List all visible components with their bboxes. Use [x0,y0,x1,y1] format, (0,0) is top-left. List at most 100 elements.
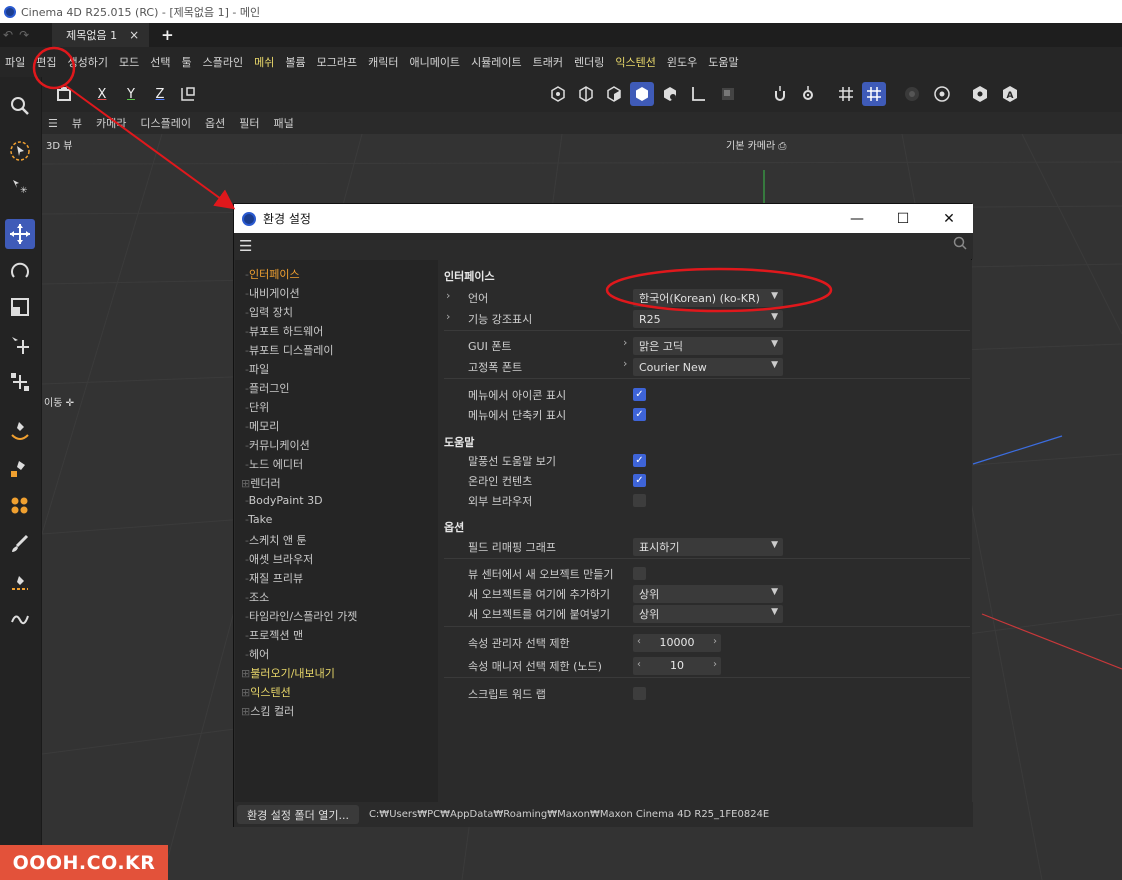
polygons-mode-icon[interactable] [602,82,626,106]
nav-item-material-preview[interactable]: -재질 프리뷰 [245,570,303,586]
edges-mode-icon[interactable] [574,82,598,106]
external-browser-checkbox[interactable] [633,494,646,507]
nav-item-extensions[interactable]: ⊞익스텐션 [241,684,291,700]
nav-item-input-devices[interactable]: -입력 장치 [245,304,293,320]
document-tab[interactable]: 제목없음 1 × [52,23,150,47]
world-space-icon[interactable] [176,82,200,106]
menu-volume[interactable]: 볼륨 [285,54,305,70]
close-icon[interactable]: ✕ [926,204,972,233]
monospace-font-dropdown[interactable]: Courier New ▼ [633,358,783,376]
viewport-menu-view[interactable]: 뷰 [72,115,82,131]
undo-icon[interactable]: ↶ [3,28,13,42]
minimize-icon[interactable]: — [834,204,880,233]
chevron-right-icon[interactable]: › [446,310,450,323]
chevron-right-icon[interactable]: › [446,289,450,302]
solo-mode-icon[interactable] [716,82,740,106]
planar-grid-icon[interactable] [862,82,886,106]
viewport-menu-panel[interactable]: 패널 [273,115,293,131]
nav-item-import-export[interactable]: ⊞불러오기/내보내기 [241,665,335,681]
coordinate-system-icon[interactable] [52,82,76,106]
menu-shortcuts-checkbox[interactable]: ✓ [633,408,646,421]
asset-browser-icon[interactable]: A [998,82,1022,106]
nav-item-node-editor[interactable]: -노드 에디터 [245,456,303,472]
nav-item-interface[interactable]: -인터페이스 [245,266,300,282]
viewport-menu-options[interactable]: 옵션 [205,115,225,131]
viewport-solo-icon[interactable] [900,82,924,106]
online-content-checkbox[interactable]: ✓ [633,474,646,487]
viewport-menu-display[interactable]: 디스플레이 [140,115,191,131]
menu-select[interactable]: 선택 [150,54,170,70]
field-remapping-dropdown[interactable]: 표시하기 ▼ [633,538,783,556]
snap-settings-icon[interactable] [796,82,820,106]
workplane-grid-icon[interactable] [834,82,858,106]
redo-icon[interactable]: ↷ [19,28,29,42]
close-tab-icon[interactable]: × [129,28,139,42]
knife-icon[interactable] [5,569,35,599]
x-axis-lock-button[interactable]: X [90,82,114,106]
scale-transform-icon[interactable] [5,367,35,397]
add-tab-icon[interactable]: + [161,26,174,44]
nav-item-asset-browser[interactable]: -애셋 브라우저 [245,551,313,567]
attribute-node-limit-value[interactable]: 10 [633,659,721,672]
menu-mograph[interactable]: 모그라프 [317,54,357,70]
sketch-icon[interactable] [5,603,35,633]
menu-window[interactable]: 윈도우 [667,54,697,70]
attribute-node-limit-stepper[interactable]: ‹ 10 › [633,657,721,675]
nav-item-bodypaint[interactable]: -BodyPaint 3D [245,494,323,507]
z-axis-lock-button[interactable]: Z [148,82,172,106]
language-dropdown[interactable]: 한국어(Korean) (ko-KR) ▼ [633,289,783,307]
brush-icon[interactable] [5,529,35,559]
move-tool-icon[interactable] [5,219,35,249]
script-word-wrap-checkbox[interactable] [633,687,646,700]
viewport-menu-camera[interactable]: 카메라 [96,115,126,131]
nav-item-units[interactable]: -단위 [245,399,269,415]
nav-item-communication[interactable]: -커뮤니케이션 [245,437,310,453]
select-tool-icon[interactable]: ✳ [5,171,35,201]
menu-file[interactable]: 파일 [5,54,25,70]
expand-icon[interactable]: ⊞ [241,705,250,718]
menu-character[interactable]: 캐릭터 [368,54,398,70]
search-icon[interactable] [5,91,35,121]
feature-highlight-dropdown[interactable]: R25 ▼ [633,310,783,328]
paint-pen-icon[interactable] [5,453,35,483]
nav-item-timeline-spline[interactable]: -타임라인/스플라인 가젯 [245,608,357,624]
stepper-increment-icon[interactable]: › [713,636,717,647]
enable-snapping-icon[interactable] [768,82,792,106]
nav-item-memory[interactable]: -메모리 [245,418,279,434]
spline-pen-icon[interactable] [5,415,35,445]
axis-mode-icon[interactable] [686,82,710,106]
transform-tool-icon[interactable] [5,330,35,360]
viewport-menu-filter[interactable]: 필터 [239,115,259,131]
live-selection-icon[interactable] [5,136,35,166]
menu-icons-checkbox[interactable]: ✓ [633,388,646,401]
menu-mesh[interactable]: 메쉬 [254,54,274,70]
nav-item-take[interactable]: -Take [245,513,272,526]
texture-mode-icon[interactable] [658,82,682,106]
expand-icon[interactable]: ⊞ [241,667,250,680]
maximize-icon[interactable]: ☐ [880,204,926,233]
camera-icon[interactable]: ⎙ [778,141,786,152]
nav-item-sketch-toon[interactable]: -스케치 앤 툰 [245,532,307,548]
tooltip-help-checkbox[interactable]: ✓ [633,454,646,467]
nav-item-files[interactable]: -파일 [245,361,269,377]
cloner-icon[interactable] [5,491,35,521]
menu-spline[interactable]: 스플라인 [203,54,243,70]
expand-icon[interactable]: ⊞ [241,477,250,490]
nav-item-viewport-hardware[interactable]: -뷰포트 하드웨어 [245,323,323,339]
scale-tool-icon[interactable] [5,292,35,322]
menu-simulate[interactable]: 시뮬레이트 [471,54,522,70]
nav-item-hair[interactable]: -헤어 [245,646,269,662]
gui-font-dropdown[interactable]: 맑은 고딕 ▼ [633,337,783,355]
nav-item-renderer[interactable]: ⊞렌더러 [241,475,281,491]
viewport-menu-hamburger[interactable]: ☰ [48,117,58,130]
nav-item-navigation[interactable]: -내비게이션 [245,285,300,301]
hamburger-menu-icon[interactable]: ☰ [239,237,252,255]
stepper-increment-icon[interactable]: › [713,659,717,670]
open-preferences-folder-button[interactable]: 환경 설정 폴더 열기... [237,805,359,824]
insert-new-object-dropdown[interactable]: 상위 ▼ [633,585,783,603]
model-mode-icon[interactable] [630,82,654,106]
settings-gear-icon[interactable] [930,82,954,106]
points-mode-icon[interactable] [546,82,570,106]
menu-extensions[interactable]: 익스텐션 [615,54,655,70]
menu-tools[interactable]: 툴 [181,54,191,70]
